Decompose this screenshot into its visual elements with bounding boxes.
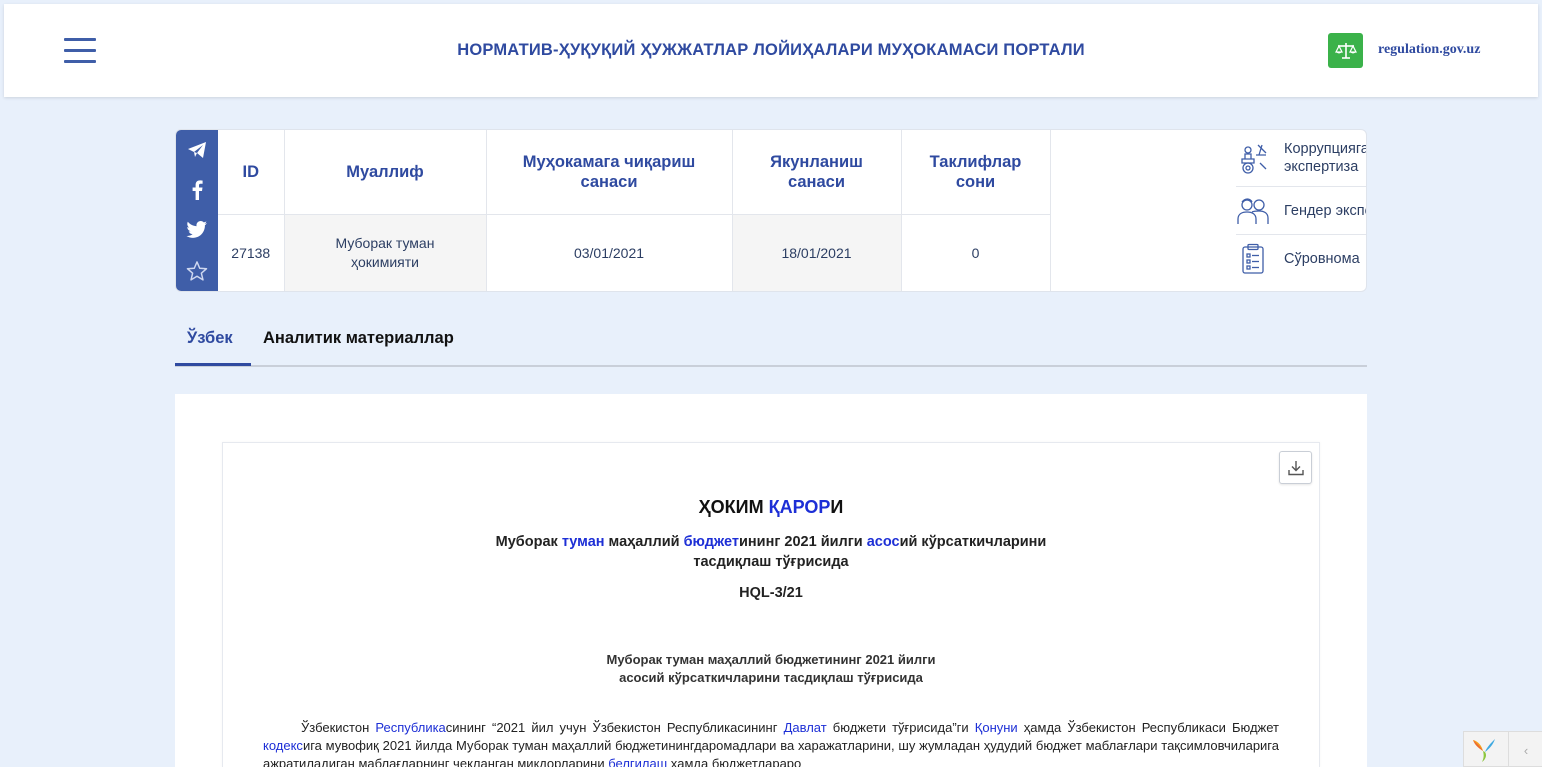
facebook-icon[interactable] <box>176 178 218 202</box>
col-proposals-header: Таклифлар сони <box>901 130 1051 215</box>
body-keyword: Республика <box>375 720 446 735</box>
project-info-table: ID Муаллиф Муҳокамага чиқариш санаси Яку… <box>218 130 1051 291</box>
language-tabs: Ўзбек Аналитик материаллар <box>175 320 1367 367</box>
body-text: бюджети тўғрисида”ги <box>826 720 975 735</box>
site-header: НОРМАТИВ-ҲУҚУҚИЙ ҲУЖЖАТЛАР ЛОЙИҲАЛАРИ МУ… <box>4 4 1538 97</box>
yii-logo-icon[interactable] <box>1470 737 1498 763</box>
body-text: ҳамда бюджетлараро <box>667 756 802 767</box>
sub-line2: тасдиқлаш тўғрисида <box>693 554 849 570</box>
title-part: ҲОКИМ <box>698 497 769 517</box>
expertise-list: Коррупцияга қарши экспертиза 0 Гендер эк… <box>1236 130 1367 283</box>
document-code: HQL-3/21 <box>739 585 803 601</box>
expertise-label: Сўровнома <box>1284 251 1360 267</box>
tab-uzbek[interactable]: Ўзбек <box>187 329 233 348</box>
heading-line1: Муборак туман маҳаллий бюджетининг 2021 … <box>606 652 936 667</box>
body-keyword: Давлат <box>783 720 827 735</box>
portal-title: НОРМАТИВ-ҲУҚУҚИЙ ҲУЖЖАТЛАР ЛОЙИҲАЛАРИ МУ… <box>457 41 1085 59</box>
sub-part: ининг 2021 йилги <box>739 534 867 550</box>
body-text: Ўзбекистон <box>301 720 376 735</box>
logo-text[interactable]: regulation.gov.uz <box>1378 42 1480 58</box>
active-tab-indicator <box>175 363 251 366</box>
document-body: Ўзбекистон Республикасининг “2021 йил уч… <box>263 719 1279 767</box>
proposals-count: 0 <box>901 214 1051 291</box>
end-date-header-text: Якунланиш санаси <box>770 152 863 191</box>
col-id-header: ID <box>218 130 285 215</box>
document-title: ҲОКИМ ҚАРОРИ <box>223 497 1319 518</box>
collapse-arrow-icon[interactable]: ‹ <box>1508 732 1542 767</box>
pub-date-header-text: Муҳокамага чиқариш санаси <box>522 152 696 191</box>
sub-part: Муборак <box>495 534 562 550</box>
social-share-bar <box>176 130 218 291</box>
project-id: 27138 <box>218 214 285 291</box>
heading-line2: асосий кўрсаткичларини тасдиқлаш тўғриси… <box>619 670 923 685</box>
expertise-label: Коррупцияга қарши экспертиза <box>1284 141 1367 175</box>
col-pub-date-header: Муҳокамага чиқариш санаси <box>486 130 733 215</box>
proposals-header-text: Таклифлар сони <box>929 152 1022 191</box>
expertise-item-gender[interactable]: Гендер экспертиза 0 <box>1236 187 1366 235</box>
project-author: Муборак туман ҳокимияти <box>284 214 487 291</box>
publication-date: 03/01/2021 <box>486 214 733 291</box>
sub-keyword: асос <box>866 534 900 550</box>
sub-part: маҳаллий <box>604 534 684 550</box>
body-text: сининг “2021 йил учун Ўзбекистон Республ… <box>445 720 784 735</box>
gender-icon <box>1236 194 1270 228</box>
project-info-card: ID Муаллиф Муҳокамага чиқариш санаси Яку… <box>175 129 1367 292</box>
twitter-icon[interactable] <box>176 218 218 242</box>
author-text: Муборак туман ҳокимияти <box>335 235 435 271</box>
tab-analytic-materials[interactable]: Аналитик материаллар <box>263 329 454 348</box>
sub-keyword: туман <box>561 534 605 550</box>
document-page[interactable]: ҲОКИМ ҚАРОРИ Муборак туман маҳаллий бюдж… <box>222 442 1320 767</box>
title-keyword: ҚАРОР <box>768 497 831 517</box>
expertise-label: Гендер экспертиза <box>1284 202 1366 219</box>
col-author-header: Муаллиф <box>284 130 487 215</box>
sub-part: ий кўрсаткичларини <box>899 534 1047 550</box>
body-keyword: кодекс <box>263 738 303 753</box>
document-subtitle: Муборак туман маҳаллий бюджетининг 2021 … <box>223 532 1319 572</box>
star-icon[interactable] <box>176 259 218 283</box>
download-icon <box>1287 460 1304 475</box>
document-heading: Муборак туман маҳаллий бюджетининг 2021 … <box>223 651 1319 687</box>
telegram-icon[interactable] <box>176 138 218 162</box>
body-text: ҳамда Ўзбекистон Республикаси Бюджет <box>1017 720 1280 735</box>
sub-keyword: бюджет <box>683 534 739 550</box>
floating-widget: ‹ <box>1463 731 1542 767</box>
survey-clipboard-icon <box>1236 242 1270 276</box>
download-button[interactable] <box>1279 451 1312 484</box>
scales-logo-icon[interactable] <box>1328 33 1363 68</box>
col-end-date-header: Якунланиш санаси <box>732 130 902 215</box>
body-keyword: белгилаш <box>608 756 668 767</box>
body-keyword: Қонуни <box>974 720 1018 735</box>
expertise-item-anticorruption[interactable]: Коррупцияга қарши экспертиза 0 <box>1236 130 1367 187</box>
expertise-item-survey[interactable]: Сўровнома 0 <box>1236 235 1366 283</box>
end-date: 18/01/2021 <box>732 214 902 291</box>
title-part: И <box>830 497 844 517</box>
anticorruption-icon <box>1236 141 1270 175</box>
